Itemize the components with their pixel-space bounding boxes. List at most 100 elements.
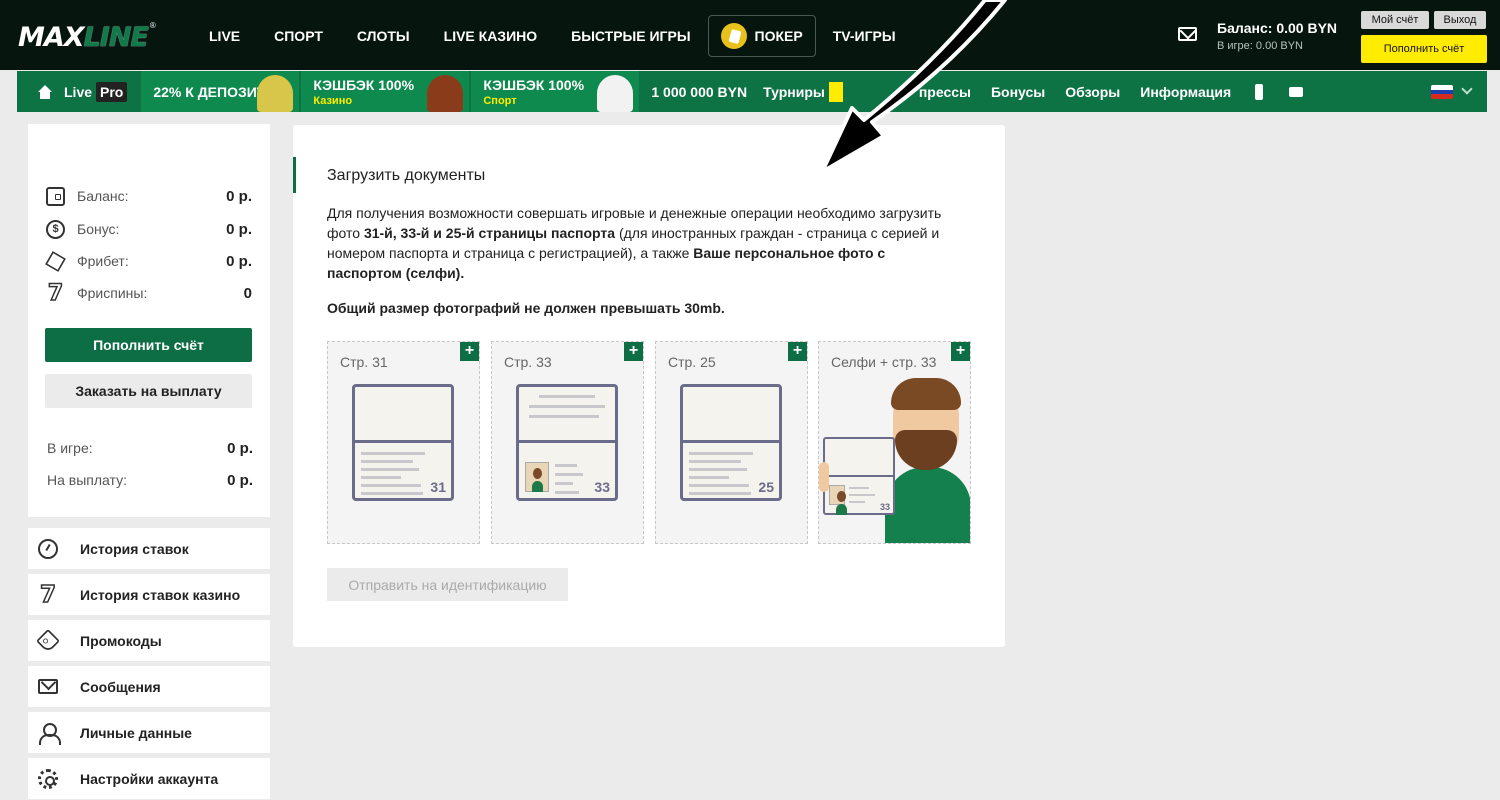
passport-line bbox=[361, 452, 425, 455]
nav-tv-games[interactable]: TV-ИГРЫ bbox=[816, 15, 913, 57]
nav-bonuses[interactable]: Бонусы bbox=[991, 71, 1045, 112]
passport-line bbox=[361, 492, 423, 495]
main-nav: LIVE СПОРТ СЛОТЫ LIVE КАЗИНО БЫСТРЫЕ ИГР… bbox=[192, 14, 913, 58]
nav-poker[interactable]: ПОКЕР bbox=[707, 15, 816, 57]
payout-row: На выплату: 0 р. bbox=[47, 469, 253, 491]
nav-live[interactable]: LIVE bbox=[192, 15, 257, 57]
freebet-row: Фрибет: 0 р. bbox=[45, 250, 252, 272]
my-account-button[interactable]: Мой счёт bbox=[1361, 11, 1429, 29]
passport-fold bbox=[519, 440, 615, 443]
passport-line bbox=[689, 460, 741, 463]
upload-card-page-31[interactable]: Стр. 31 + 31 bbox=[327, 341, 480, 544]
chevron-down-icon[interactable] bbox=[1461, 83, 1473, 95]
bonus-row: $ Бонус: 0 р. bbox=[46, 218, 252, 240]
passport-page-illustration: 25 bbox=[680, 384, 782, 501]
add-photo-button[interactable]: + bbox=[788, 342, 807, 361]
mail-icon bbox=[38, 679, 58, 694]
tag-icon bbox=[35, 628, 61, 653]
mail-icon[interactable] bbox=[1178, 27, 1197, 41]
menu-bet-history[interactable]: История ставок bbox=[28, 528, 270, 569]
passport-line bbox=[555, 464, 577, 467]
passport-fold bbox=[355, 440, 451, 443]
nav-fast-games[interactable]: БЫСТРЫЕ ИГРЫ bbox=[554, 15, 707, 57]
nav-live-pro[interactable]: Live Pro bbox=[64, 71, 128, 112]
live-label: Live bbox=[64, 83, 93, 100]
menu-account-settings[interactable]: Настройки аккаунта bbox=[28, 758, 270, 799]
menu-label: История ставок bbox=[80, 540, 189, 557]
mobile-app-icon[interactable] bbox=[1255, 83, 1264, 100]
title-accent-bar bbox=[293, 157, 296, 193]
ingame-row: В игре: 0 р. bbox=[47, 437, 253, 459]
selfie-man-hair bbox=[891, 378, 961, 410]
selfie-passport-illustration: 33 bbox=[823, 437, 895, 515]
logo-line: LINE bbox=[83, 21, 149, 53]
passport-line bbox=[689, 468, 747, 471]
upload-card-page-33[interactable]: Стр. 33 + 33 bbox=[491, 341, 644, 544]
passport-photo-icon bbox=[525, 462, 549, 492]
upload-card-page-25[interactable]: Стр. 25 + 25 bbox=[655, 341, 808, 544]
balance-row: Баланс: 0 р. bbox=[46, 185, 252, 207]
passport-page-illustration: 33 bbox=[516, 384, 618, 501]
top-header: MAX LINE ® LIVE СПОРТ СЛОТЫ LIVE КАЗИНО БЫ… bbox=[0, 0, 1500, 70]
passport-line bbox=[529, 415, 599, 418]
submit-identification-button[interactable]: Отправить на идентификацию bbox=[327, 568, 568, 601]
header-deposit-button[interactable]: Пополнить счёт bbox=[1361, 35, 1487, 63]
nav-jackpot[interactable]: 1 000 000 BYN bbox=[651, 71, 747, 112]
passport-line bbox=[689, 452, 753, 455]
poker-chip-icon bbox=[720, 23, 747, 49]
nav-live-casino[interactable]: LIVE КАЗИНО bbox=[427, 15, 555, 57]
passport-line bbox=[361, 468, 419, 471]
dollar-icon: $ bbox=[46, 219, 65, 239]
balance-label: Баланс: bbox=[77, 188, 129, 204]
menu-promocodes[interactable]: Промокоды bbox=[28, 620, 270, 661]
goose-mascot-icon bbox=[597, 75, 634, 112]
bonus-value: 0 р. bbox=[226, 220, 252, 238]
promo-deposit-bonus[interactable]: 22% К ДЕПОЗИТУ bbox=[141, 71, 300, 112]
card-label: Стр. 25 bbox=[668, 354, 716, 370]
gear-icon bbox=[38, 768, 58, 789]
home-icon[interactable] bbox=[34, 71, 54, 112]
passport-line bbox=[555, 473, 583, 476]
deposit-button[interactable]: Пополнить счёт bbox=[45, 328, 252, 362]
card-label: Селфи + стр. 33 bbox=[831, 354, 937, 370]
cube-icon bbox=[45, 250, 66, 272]
bonus-label: Бонус: bbox=[77, 221, 120, 237]
withdraw-button[interactable]: Заказать на выплату bbox=[45, 374, 252, 408]
chat-icon[interactable] bbox=[1289, 86, 1304, 97]
user-icon bbox=[38, 722, 61, 745]
logo-max: MAX bbox=[18, 21, 85, 53]
menu-casino-history[interactable]: 7 История ставок казино bbox=[28, 574, 270, 615]
maxline-logo[interactable]: MAX LINE ® bbox=[18, 20, 156, 54]
add-photo-button[interactable]: + bbox=[460, 342, 479, 361]
desc-bold: 31-й, 33-й и 25-й страницы паспорта bbox=[363, 225, 616, 241]
menu-personal-data[interactable]: Личные данные bbox=[28, 712, 270, 753]
passport-line bbox=[849, 494, 875, 496]
logout-button[interactable]: Выход bbox=[1434, 11, 1486, 29]
freespins-row: 7 Фриспины: 0 bbox=[46, 281, 252, 305]
nav-sport[interactable]: СПОРТ bbox=[257, 15, 340, 57]
nav-slots[interactable]: СЛОТЫ bbox=[340, 15, 427, 57]
nav-tournaments[interactable]: Турниры bbox=[763, 71, 843, 112]
passport-fold bbox=[825, 475, 893, 477]
ingame-label: В игре: bbox=[47, 440, 93, 456]
add-photo-button[interactable]: + bbox=[951, 342, 970, 361]
nav-info[interactable]: Информация bbox=[1140, 71, 1231, 112]
passport-line bbox=[361, 476, 401, 479]
menu-messages[interactable]: Сообщения bbox=[28, 666, 270, 707]
passport-line bbox=[555, 491, 579, 494]
tournaments-label: Турниры bbox=[763, 83, 825, 100]
nav-reviews[interactable]: Обзоры bbox=[1065, 71, 1120, 112]
passport-fold bbox=[683, 440, 779, 443]
passport-line bbox=[849, 487, 869, 489]
upload-card-selfie[interactable]: Селфи + стр. 33 + 33 bbox=[818, 341, 971, 544]
nav-express[interactable]: прессы bbox=[919, 71, 971, 112]
language-flag-icon[interactable] bbox=[1431, 85, 1453, 99]
upload-documents-panel: Загрузить документы Для получения возмож… bbox=[293, 125, 1005, 647]
selfie-man-beard bbox=[895, 430, 957, 470]
selfie-man-body bbox=[885, 467, 970, 543]
passport-line bbox=[539, 395, 595, 398]
promo-cashback-casino[interactable]: КЭШБЭК 100% Казино bbox=[301, 71, 470, 112]
promo-cashback-sport[interactable]: КЭШБЭК 100% Спорт bbox=[471, 71, 640, 112]
add-photo-button[interactable]: + bbox=[624, 342, 643, 361]
passport-page-number: 33 bbox=[879, 502, 890, 512]
